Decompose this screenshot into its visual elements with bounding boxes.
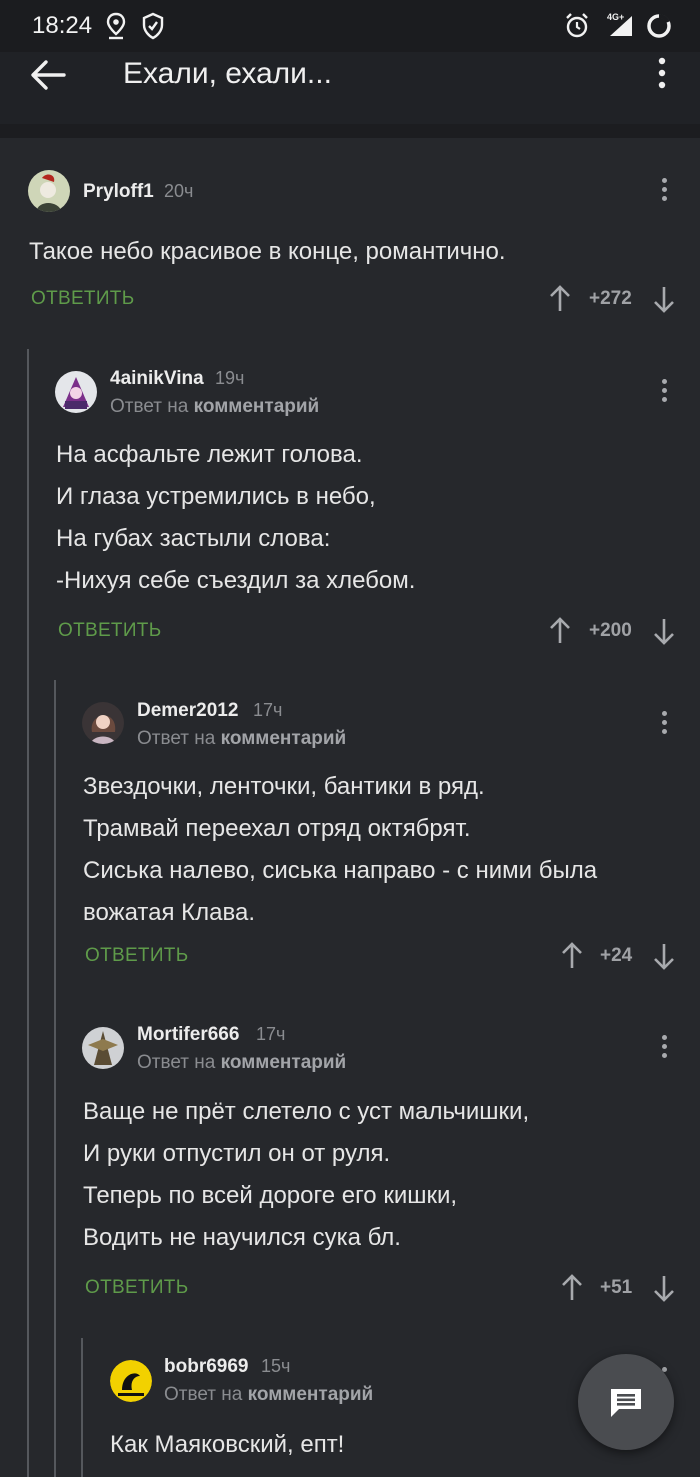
- comment-score: +24: [600, 945, 633, 966]
- comment-time: 19ч: [215, 368, 245, 388]
- signal-icon: [610, 16, 632, 36]
- reply-to-info: Ответ на комментарий: [110, 396, 320, 417]
- comment-icon: [611, 1389, 641, 1417]
- back-arrow-icon[interactable]: [30, 58, 66, 92]
- comment-text: На асфальте лежит голова. И глаза устрем…: [56, 441, 416, 594]
- upvote-arrow-icon[interactable]: [561, 1274, 583, 1302]
- more-options-icon[interactable]: [650, 56, 674, 92]
- header-divider: [0, 124, 700, 138]
- avatar[interactable]: [55, 371, 97, 413]
- username[interactable]: 4ainikVina: [110, 368, 204, 390]
- app-bar: [0, 52, 700, 124]
- downvote-arrow-icon[interactable]: [653, 942, 675, 970]
- status-bar: 18:24 4G+: [0, 0, 700, 52]
- username[interactable]: Pryloff1: [83, 181, 154, 203]
- shield-icon: [142, 12, 164, 40]
- reply-to-info: Ответ на комментарий: [164, 1384, 374, 1405]
- comment-score: +200: [589, 620, 632, 641]
- battery-icon: [647, 14, 671, 38]
- thread-line: [81, 1338, 83, 1477]
- comment-text: Как Маяковский, епт!: [110, 1431, 345, 1458]
- username[interactable]: Demer2012: [137, 700, 238, 722]
- username[interactable]: Mortifer666: [137, 1024, 239, 1046]
- username[interactable]: bobr6969: [164, 1356, 248, 1378]
- comment-time: 15ч: [261, 1356, 291, 1376]
- comment-time: 17ч: [256, 1024, 286, 1044]
- comment-menu-icon[interactable]: [658, 709, 670, 739]
- reply-to-info: Ответ на комментарий: [137, 1052, 347, 1073]
- avatar[interactable]: [110, 1360, 152, 1402]
- comment-text: Такое небо красивое в конце, романтично.: [29, 238, 506, 265]
- new-comment-button[interactable]: [578, 1354, 674, 1450]
- reply-button[interactable]: ОТВЕТИТЬ: [85, 945, 188, 967]
- page-title: Ехали, ехали...: [123, 57, 332, 90]
- reply-button[interactable]: ОТВЕТИТЬ: [31, 288, 134, 310]
- comment-score: +51: [600, 1277, 633, 1298]
- avatar[interactable]: [28, 170, 70, 212]
- alarm-icon: [566, 13, 588, 38]
- reply-button[interactable]: ОТВЕТИТЬ: [58, 620, 161, 642]
- avatar[interactable]: [82, 702, 124, 744]
- comment-score: +272: [589, 288, 632, 309]
- upvote-arrow-icon[interactable]: [549, 285, 571, 313]
- location-icon: [106, 12, 126, 40]
- comment-menu-icon[interactable]: [658, 176, 670, 206]
- downvote-arrow-icon[interactable]: [653, 617, 675, 645]
- upvote-arrow-icon[interactable]: [561, 942, 583, 970]
- comment-text: Ваще не прёт слетело с уст мальчишки, И …: [83, 1098, 530, 1251]
- comment-time: 17ч: [253, 700, 283, 720]
- upvote-arrow-icon[interactable]: [549, 617, 571, 645]
- downvote-arrow-icon[interactable]: [653, 285, 675, 313]
- comment-menu-icon[interactable]: [658, 1033, 670, 1063]
- thread-line: [27, 349, 29, 1477]
- comment-menu-icon[interactable]: [658, 377, 670, 407]
- comment-text: Звездочки, ленточки, бантики в ряд. Трам…: [83, 773, 598, 926]
- reply-to-info: Ответ на комментарий: [137, 728, 347, 749]
- comment-time: 20ч: [164, 181, 194, 201]
- reply-button[interactable]: ОТВЕТИТЬ: [85, 1277, 188, 1299]
- status-time: 18:24: [32, 12, 93, 39]
- downvote-arrow-icon[interactable]: [653, 1274, 675, 1302]
- avatar[interactable]: [82, 1027, 124, 1069]
- thread-line: [54, 680, 56, 1477]
